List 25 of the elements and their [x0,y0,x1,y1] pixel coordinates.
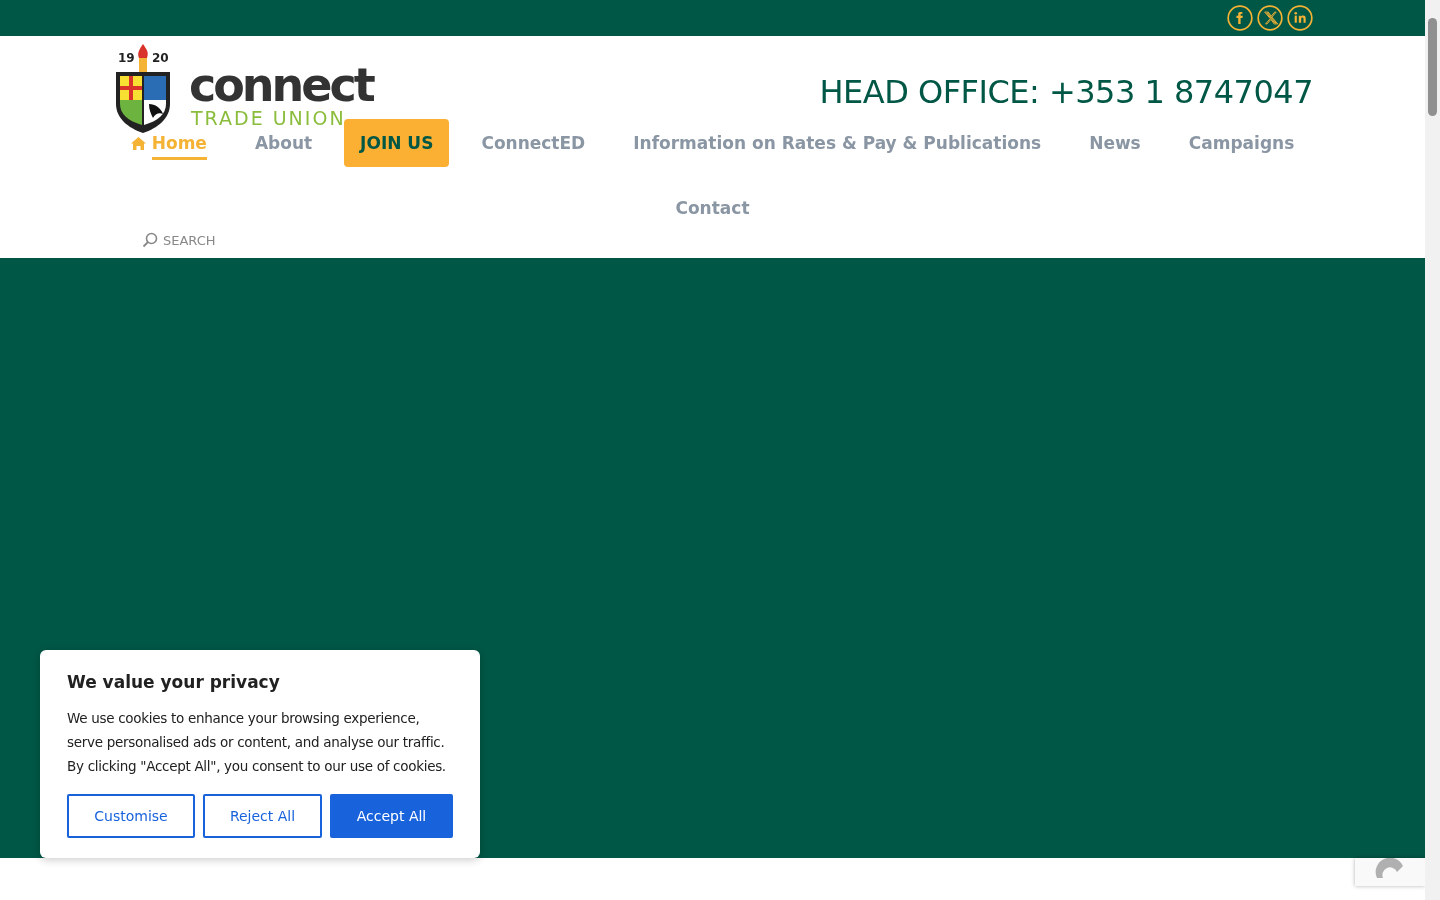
linkedin-icon[interactable] [1287,5,1313,31]
cookie-title: We value your privacy [67,672,281,692]
search-icon [142,232,158,248]
scrollbar[interactable] [1425,0,1440,900]
head-office-phone: HEAD OFFICE: +353 1 8747047 [819,72,1313,113]
cookie-text: We use cookies to enhance your browsing experience, serve personalised ads or content, and analyse our traffic. By clicking "Accept All", you consent to our use of cookies. [67,709,447,776]
year-text: 19 [118,51,135,65]
nav-link[interactable]: About [230,127,337,159]
facebook-icon[interactable] [1227,5,1253,31]
year-text: 20 [152,51,169,65]
nav-link[interactable]: Home [106,127,231,159]
cookie-button[interactable]: Reject All [203,794,322,838]
nav-link[interactable]: Information on Rates & Pay & Publications [609,127,1066,159]
logo-tagline: TRADE UNION [191,108,347,128]
x-icon[interactable] [1257,5,1283,31]
cookie-button[interactable]: Customise [67,794,195,838]
nav-link[interactable]: Campaigns [1164,127,1319,159]
search-field[interactable]: SEARCH [163,232,273,248]
home-icon [130,136,146,150]
cookie-button[interactable]: Accept All [330,794,453,838]
join-button[interactable]: JOIN US [344,119,450,167]
nav-link[interactable]: News [1065,127,1165,159]
nav-link[interactable]: Contact [651,192,774,224]
nav-link[interactable]: ConnectED [457,127,610,159]
logo-wordmark: connect [189,62,373,108]
